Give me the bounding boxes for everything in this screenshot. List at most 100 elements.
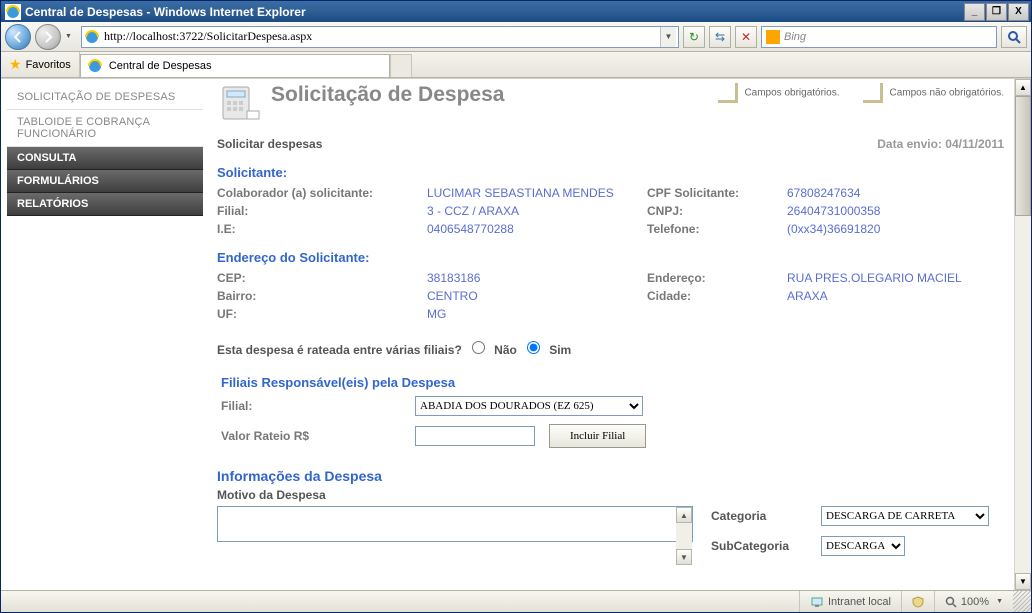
legend-required: Campos obrigatórios. xyxy=(718,83,839,103)
select-subcategoria[interactable]: DESCARGA xyxy=(821,536,905,556)
star-icon: ★ xyxy=(9,56,22,73)
value-cnpj: 26404731000358 xyxy=(787,204,967,218)
refresh-button[interactable]: ↻ xyxy=(683,26,705,48)
page-subtitle: Solicitar despesas xyxy=(217,137,322,151)
tab-active[interactable]: Central de Despesas xyxy=(80,54,390,77)
window-title: Central de Despesas - Windows Internet E… xyxy=(25,5,306,19)
tab-title: Central de Despesas xyxy=(109,60,212,72)
favorites-label: Favoritos xyxy=(26,59,71,71)
select-categoria[interactable]: DESCARGA DE CARRETA xyxy=(821,506,989,526)
search-placeholder: Bing xyxy=(784,31,806,43)
label-cnpj: CNPJ: xyxy=(647,204,787,218)
status-bar: Intranet local 100% ▼ xyxy=(1,590,1031,612)
value-endereco: RUA PRES.OLEGARIO MACIEL xyxy=(787,271,967,285)
label-endereco: Endereço: xyxy=(647,271,787,285)
label-bairro: Bairro: xyxy=(217,289,427,303)
label-ie: I.E: xyxy=(217,222,427,236)
status-zoom[interactable]: 100% ▼ xyxy=(934,591,1013,612)
section-endereco: Endereço do Solicitante: xyxy=(217,250,1004,265)
compat-view-button[interactable]: ⇆ xyxy=(709,26,731,48)
value-bairro: CENTRO xyxy=(427,289,647,303)
value-cep: 38183186 xyxy=(427,271,647,285)
main-content: Solicitação de Despesa Campos obrigatóri… xyxy=(203,79,1014,590)
search-bar[interactable]: Bing xyxy=(761,26,997,48)
date-envio: Data envio: 04/11/2011 xyxy=(877,137,1004,151)
label-sim: Sim xyxy=(549,343,571,357)
page-title: Solicitação de Despesa xyxy=(271,83,648,107)
value-cpf: 67808247634 xyxy=(787,186,967,200)
sidebar-item-solicitacao[interactable]: SOLICITAÇÃO DE DESPESAS xyxy=(7,85,203,110)
address-dropdown-icon[interactable]: ▼ xyxy=(660,27,676,47)
value-colaborador: LUCIMAR SEBASTIANA MENDES xyxy=(427,186,647,200)
tab-bar: ★ Favoritos Central de Despesas xyxy=(1,52,1031,78)
value-cidade: ARAXA xyxy=(787,289,967,303)
textarea-motivo[interactable] xyxy=(217,506,693,542)
value-ie: 0406548770288 xyxy=(427,222,647,236)
ie-icon xyxy=(5,4,21,20)
shield-icon xyxy=(912,596,924,608)
legend-optional: Campos não obrigatórios. xyxy=(863,83,1004,103)
intranet-icon xyxy=(810,595,824,609)
section-info-despesa: Informações da Despesa xyxy=(217,468,1004,484)
search-button[interactable] xyxy=(1001,26,1027,48)
minimize-button[interactable]: _ xyxy=(964,3,985,21)
label-subcategoria: SubCategoria xyxy=(711,539,821,553)
url-input[interactable] xyxy=(104,29,660,44)
page-scroll-down-icon[interactable]: ▼ xyxy=(1015,573,1031,590)
radio-nao[interactable] xyxy=(472,341,485,354)
forward-button[interactable] xyxy=(35,24,61,50)
back-button[interactable] xyxy=(5,24,31,50)
sidebar-item-tabloide[interactable]: TABLOIDE E COBRANÇA FUNCIONÁRIO xyxy=(7,110,203,147)
page-scroll-thumb[interactable] xyxy=(1015,96,1031,216)
label-nao: Não xyxy=(494,343,517,357)
new-tab-button[interactable] xyxy=(390,54,412,77)
page-scrollbar[interactable]: ▲ ▼ xyxy=(1014,79,1031,590)
close-button[interactable]: X xyxy=(1008,3,1029,21)
label-categoria: Categoria xyxy=(711,509,821,523)
label-cidade: Cidade: xyxy=(647,289,787,303)
calculator-icon xyxy=(217,83,261,123)
label-motivo: Motivo da Despesa xyxy=(217,488,1004,502)
label-cpf: CPF Solicitante: xyxy=(647,186,787,200)
bing-icon xyxy=(766,30,780,44)
page-favicon xyxy=(84,29,100,45)
value-uf: MG xyxy=(427,307,647,321)
status-zone: Intranet local xyxy=(799,591,901,612)
label-uf: UF: xyxy=(217,307,427,321)
section-filiais: Filiais Responsável(eis) pela Despesa xyxy=(221,375,1004,390)
page-scroll-up-icon[interactable]: ▲ xyxy=(1015,79,1031,96)
textarea-scrollbar[interactable]: ▲ ▼ xyxy=(676,507,692,565)
scroll-up-icon[interactable]: ▲ xyxy=(676,507,692,523)
favorites-button[interactable]: ★ Favoritos xyxy=(1,52,80,77)
zoom-icon xyxy=(945,596,957,608)
radio-sim[interactable] xyxy=(527,341,540,354)
status-protected-mode xyxy=(901,591,934,612)
label-colaborador: Colaborador (a) solicitante: xyxy=(217,186,427,200)
label-filial: Filial: xyxy=(217,204,427,218)
navigation-toolbar: ▼ ▼ ↻ ⇆ ✕ Bing xyxy=(1,22,1031,52)
input-valor-rateio[interactable] xyxy=(415,426,535,446)
rateio-question: Esta despesa é rateada entre várias fili… xyxy=(217,341,1004,357)
address-bar: ▼ xyxy=(81,26,679,48)
stop-button[interactable]: ✕ xyxy=(735,26,757,48)
maximize-button[interactable]: ❐ xyxy=(986,3,1007,21)
scroll-down-icon[interactable]: ▼ xyxy=(676,549,692,565)
tab-favicon xyxy=(87,58,103,74)
sidebar-header-relatorios[interactable]: RELATÓRIOS xyxy=(7,193,203,216)
label-cep: CEP: xyxy=(217,271,427,285)
select-filial[interactable]: ABADIA DOS DOURADOS (EZ 625) xyxy=(415,396,643,416)
window-titlebar: Central de Despesas - Windows Internet E… xyxy=(1,1,1031,22)
sidebar-header-formularios[interactable]: FORMULÁRIOS xyxy=(7,170,203,193)
value-filial: 3 - CCZ / ARAXA xyxy=(427,204,647,218)
label-telefone: Telefone: xyxy=(647,222,787,236)
label-filial-select: Filial: xyxy=(221,399,401,413)
section-solicitante: Solicitante: xyxy=(217,165,1004,180)
chevron-down-icon: ▼ xyxy=(996,598,1003,605)
value-telefone: (0xx34)36691820 xyxy=(787,222,967,236)
history-dropdown-icon[interactable]: ▼ xyxy=(65,33,77,40)
label-valor-rateio: Valor Rateio R$ xyxy=(221,429,401,443)
sidebar: SOLICITAÇÃO DE DESPESAS TABLOIDE E COBRA… xyxy=(1,79,203,590)
incluir-filial-button[interactable]: Incluir Filial xyxy=(549,424,646,448)
sidebar-header-consulta[interactable]: CONSULTA xyxy=(7,147,203,170)
resize-grip[interactable] xyxy=(1013,591,1031,612)
